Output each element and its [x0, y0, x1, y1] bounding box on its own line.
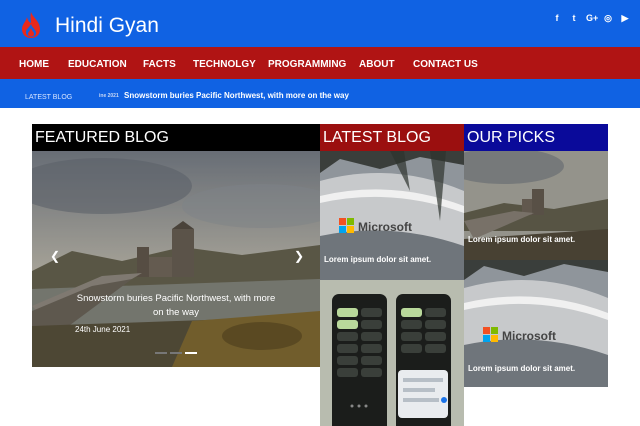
our-picks-card[interactable]: Lorem ipsum dolor sit amet. — [464, 151, 608, 260]
our-picks-card-2[interactable]: Microsoft Lorem ipsum dolor sit amet. — [464, 260, 608, 387]
flame-logo-icon[interactable] — [19, 11, 43, 39]
ticker-label: LATEST BLOG — [25, 94, 73, 101]
svg-text:Microsoft: Microsoft — [358, 220, 412, 234]
featured-date: 24th June 2021 — [75, 325, 131, 334]
slider-dot[interactable] — [155, 352, 167, 354]
slider-dot[interactable] — [185, 352, 197, 354]
youtube-icon[interactable]: ▶ — [620, 13, 630, 24]
our-picks-caption-1[interactable]: Lorem ipsum dolor sit amet. — [468, 235, 575, 245]
latest-blog-caption[interactable]: Lorem ipsum dolor sit amet. — [324, 255, 431, 265]
nav-education[interactable]: EDUCATION — [68, 59, 127, 71]
slider-indicators — [155, 352, 197, 354]
twitter-icon[interactable]: t — [569, 13, 579, 24]
site-header: Hindi Gyan f t G+ ◎ ▶ — [0, 0, 640, 47]
social-links: f t G+ ◎ ▶ — [552, 13, 630, 24]
slider-dot[interactable] — [170, 352, 182, 354]
featured-slider[interactable]: ❮ ❯ Snowstorm buries Pacific Northwest, … — [32, 151, 320, 367]
latest-blog-phones-card[interactable] — [320, 280, 464, 426]
nav-contact-us[interactable]: CONTACT US — [413, 59, 478, 71]
nav-home[interactable]: HOME — [19, 59, 49, 71]
latest-blog-title: LATEST BLOG — [320, 124, 464, 151]
instagram-icon[interactable]: ◎ — [603, 13, 613, 24]
our-picks-title: OUR PICKS — [464, 124, 608, 151]
android-phones-image — [320, 280, 464, 426]
google-plus-icon[interactable]: G+ — [586, 13, 598, 24]
ticker-date: ine 2021 — [99, 93, 119, 99]
svg-text:Microsoft: Microsoft — [502, 329, 556, 343]
facebook-icon[interactable]: f — [552, 13, 562, 24]
nav-technology[interactable]: TECHNOLGY — [193, 59, 256, 71]
our-picks-caption-2[interactable]: Lorem ipsum dolor sit amet. — [468, 364, 575, 374]
main-navigation: HOME EDUCATION FACTS TECHNOLGY PROGRAMMI… — [0, 47, 640, 79]
latest-blog-card[interactable]: Microsoft Lorem ipsum dolor sit amet. — [320, 151, 464, 280]
featured-caption[interactable]: Snowstorm buries Pacific Northwest, with… — [72, 292, 280, 320]
slider-next-arrow-icon[interactable]: ❯ — [294, 249, 304, 263]
nav-facts[interactable]: FACTS — [143, 59, 176, 71]
featured-blog-title: FEATURED BLOG — [32, 124, 320, 151]
slider-prev-arrow-icon[interactable]: ❮ — [50, 249, 60, 263]
site-title[interactable]: Hindi Gyan — [55, 14, 159, 38]
nav-programming[interactable]: PROGRAMMING — [268, 59, 346, 71]
nav-about[interactable]: ABOUT — [359, 59, 395, 71]
ticker-headline[interactable]: Snowstorm buries Pacific Northwest, with… — [124, 91, 349, 101]
news-ticker: LATEST BLOG ine 2021 Snowstorm buries Pa… — [0, 79, 640, 108]
